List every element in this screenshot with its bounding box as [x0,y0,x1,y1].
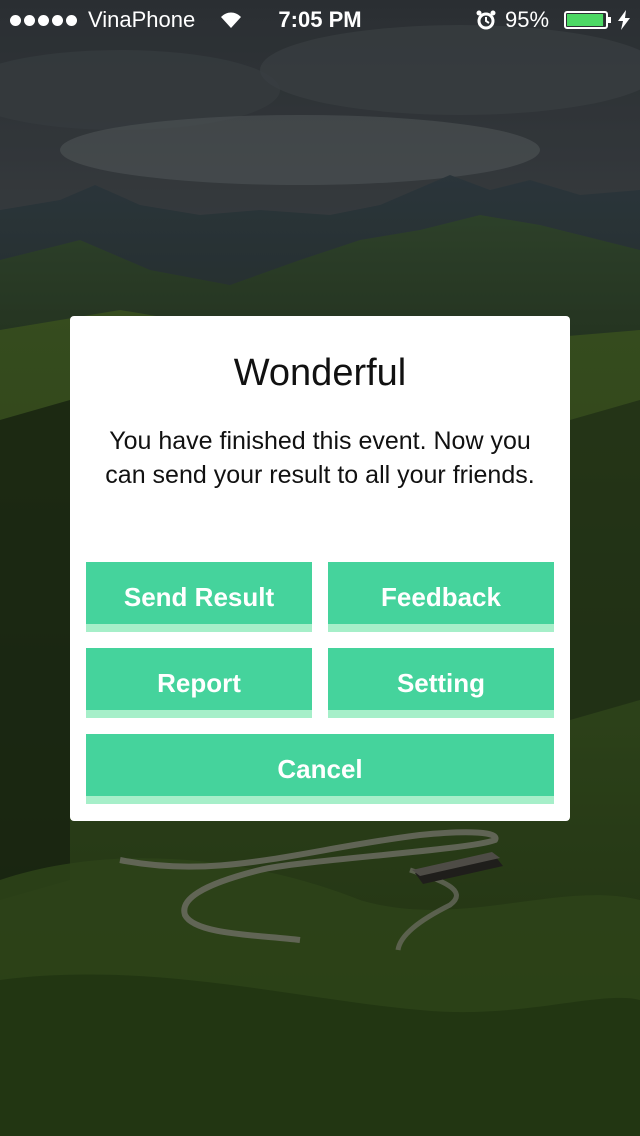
setting-button-label: Setting [396,668,486,698]
send-result-button-label: Send Result [123,582,275,612]
battery-icon [564,11,611,29]
feedback-button-label: Feedback [381,582,501,612]
send-result-button[interactable]: Send Result [86,562,312,632]
dialog-message: You have finished this event. Now you ca… [105,427,535,489]
feedback-button[interactable]: Feedback [328,562,554,632]
report-button-label: Report [157,668,241,698]
battery-percentage: 95% [505,7,550,32]
alarm-icon [476,10,496,30]
setting-button[interactable]: Setting [328,648,554,718]
status-bar: VinaPhone 7:05 PM 95% [0,0,640,40]
dialog-title: Wonderful [233,352,407,394]
screen: VinaPhone 7:05 PM 95% Wonderful You have… [0,0,640,1136]
report-button[interactable]: Report [86,648,312,718]
charging-bolt-icon [618,10,630,30]
cancel-button-label: Cancel [277,754,363,784]
cancel-button[interactable]: Cancel [86,734,554,804]
completion-dialog: Wonderful You have finished this event. … [70,316,570,821]
